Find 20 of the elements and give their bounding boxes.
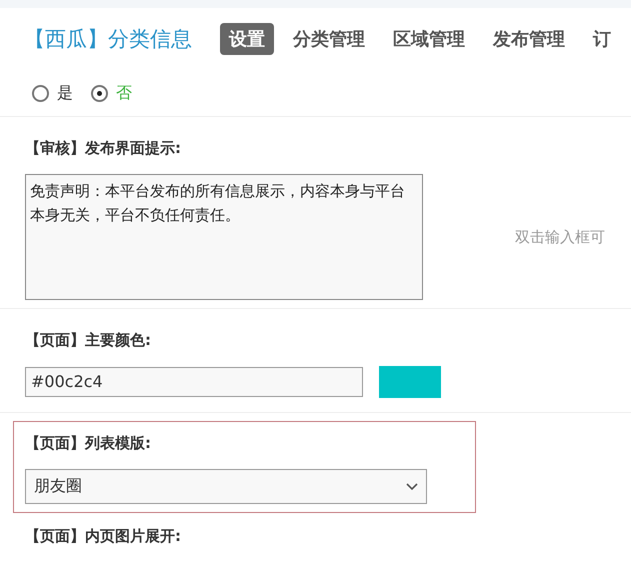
color-swatch[interactable] [379,366,441,398]
text-area[interactable]: 免责声明：本平台发布的所有信息展示，内容本身与平台本身无关，平台不负任何责任。 [25,174,423,300]
radio-label: 是 [57,82,73,104]
nav-tab[interactable]: 订 [584,23,620,55]
app-title: 【西瓜】分类信息 [24,26,192,53]
field-label: 【页面】列表模版: [25,433,152,454]
field-label: 【页面】主要颜色: [25,330,152,351]
nav-tab[interactable]: 发布管理 [484,23,574,55]
select-field[interactable]: 朋友圈 [25,469,427,504]
radio-label: 否 [116,82,132,104]
field-label: 【页面】内页图片展开: [24,526,182,546]
field-label: 【审核】发布界面提示: [25,138,182,159]
nav-tab[interactable]: 区域管理 [384,23,474,55]
hint-text: 双击输入框可 [515,228,605,246]
radio-button[interactable] [32,84,49,102]
input-field[interactable]: #00c2c4 [25,367,363,397]
radio-button[interactable] [91,84,108,102]
nav-tab[interactable]: 分类管理 [284,23,374,55]
nav-tab[interactable]: 设置 [220,23,274,55]
chevron-down-icon [406,482,418,490]
